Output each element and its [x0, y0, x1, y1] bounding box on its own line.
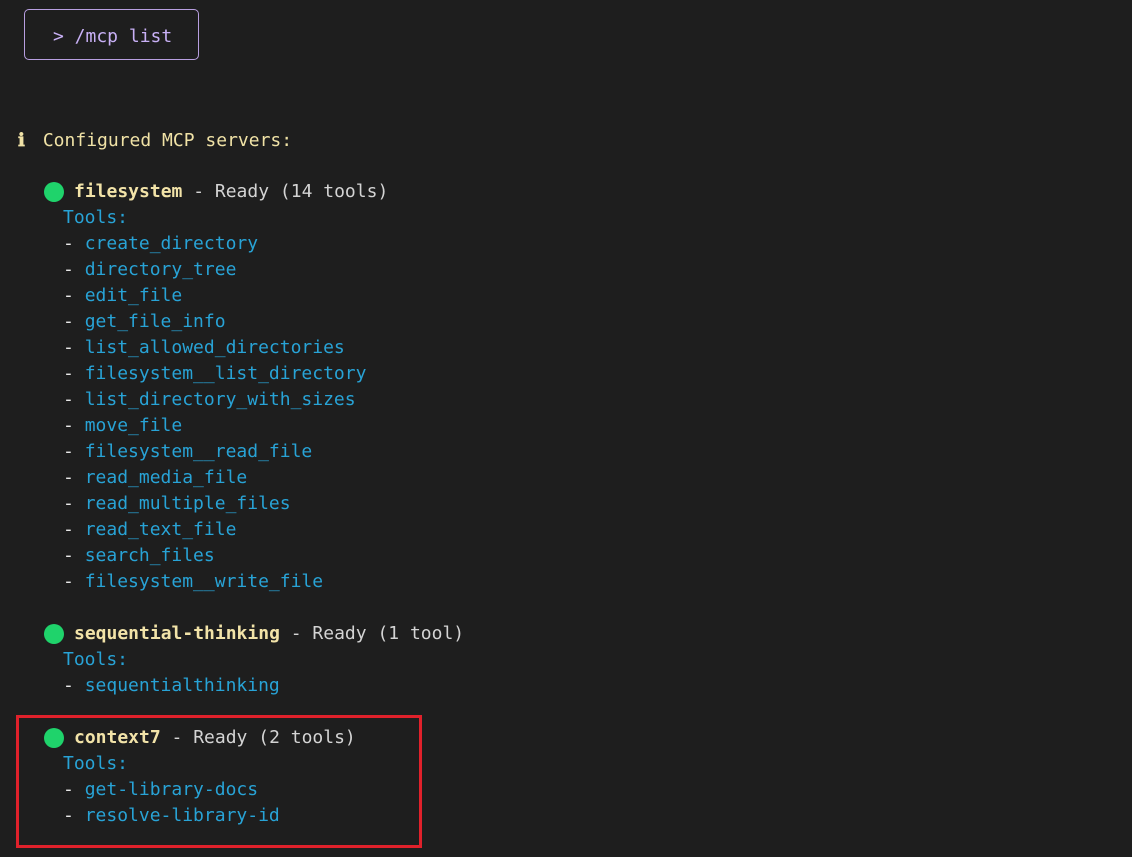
tool-name: read_text_file — [84, 519, 237, 540]
server-title-line: filesystem - Ready (14 tools) — [44, 179, 388, 205]
highlight-annotation-box — [16, 715, 422, 848]
server-status: - Ready (14 tools) — [182, 181, 389, 202]
server-status: - Ready (1 tool) — [279, 623, 465, 644]
server-title-line: sequential-thinking - Ready (1 tool) — [44, 621, 464, 647]
server-block-sequential-thinking: sequential-thinking - Ready (1 tool) Too… — [44, 621, 464, 699]
command-text: > /mcp list — [53, 26, 173, 47]
tools-list: Tools: - sequentialthinking — [44, 647, 464, 699]
tool-name: filesystem__list_directory — [84, 363, 367, 384]
tool-name: move_file — [84, 415, 183, 436]
tool-name: list_allowed_directories — [84, 337, 345, 358]
list-item: - filesystem__list_directory — [63, 363, 367, 384]
list-item: - get_file_info — [63, 311, 226, 332]
list-item: - filesystem__read_file — [63, 441, 313, 462]
tool-name: read_multiple_files — [84, 493, 291, 514]
tool-name: search_files — [84, 545, 215, 566]
tool-name: filesystem__write_file — [84, 571, 324, 592]
tool-name: filesystem__read_file — [84, 441, 313, 462]
list-item: - list_allowed_directories — [63, 337, 345, 358]
tool-name: create_directory — [84, 233, 259, 254]
tools-label: Tools: — [63, 207, 129, 228]
list-item: - filesystem__write_file — [63, 571, 324, 592]
tool-name: edit_file — [84, 285, 183, 306]
section-header-text: Configured MCP servers: — [42, 130, 293, 151]
status-ready-icon — [44, 624, 64, 644]
info-icon: ℹ — [18, 130, 25, 151]
tools-label: Tools: — [63, 649, 129, 670]
tool-name: get_file_info — [84, 311, 226, 332]
list-item: - list_directory_with_sizes — [63, 389, 356, 410]
tool-name: sequentialthinking — [84, 675, 280, 696]
server-name: filesystem — [74, 181, 183, 202]
list-item: - create_directory — [63, 233, 259, 254]
list-item: - directory_tree — [63, 259, 237, 280]
server-name: sequential-thinking — [74, 623, 280, 644]
list-item: - move_file — [63, 415, 183, 436]
status-ready-icon — [44, 182, 64, 202]
command-prompt-box: > /mcp list — [24, 9, 199, 60]
list-item: - search_files — [63, 545, 215, 566]
list-item: - read_multiple_files — [63, 493, 291, 514]
tool-name: list_directory_with_sizes — [84, 389, 356, 410]
server-block-filesystem: filesystem - Ready (14 tools) Tools: - c… — [44, 179, 388, 595]
list-item: - edit_file — [63, 285, 183, 306]
section-header: ℹ Configured MCP servers: — [18, 128, 292, 154]
list-item: - sequentialthinking — [63, 675, 280, 696]
tools-list: Tools: - create_directory - directory_tr… — [44, 205, 388, 595]
list-item: - read_media_file — [63, 467, 248, 488]
list-item: - read_text_file — [63, 519, 237, 540]
tool-name: directory_tree — [84, 259, 237, 280]
tool-name: read_media_file — [84, 467, 248, 488]
